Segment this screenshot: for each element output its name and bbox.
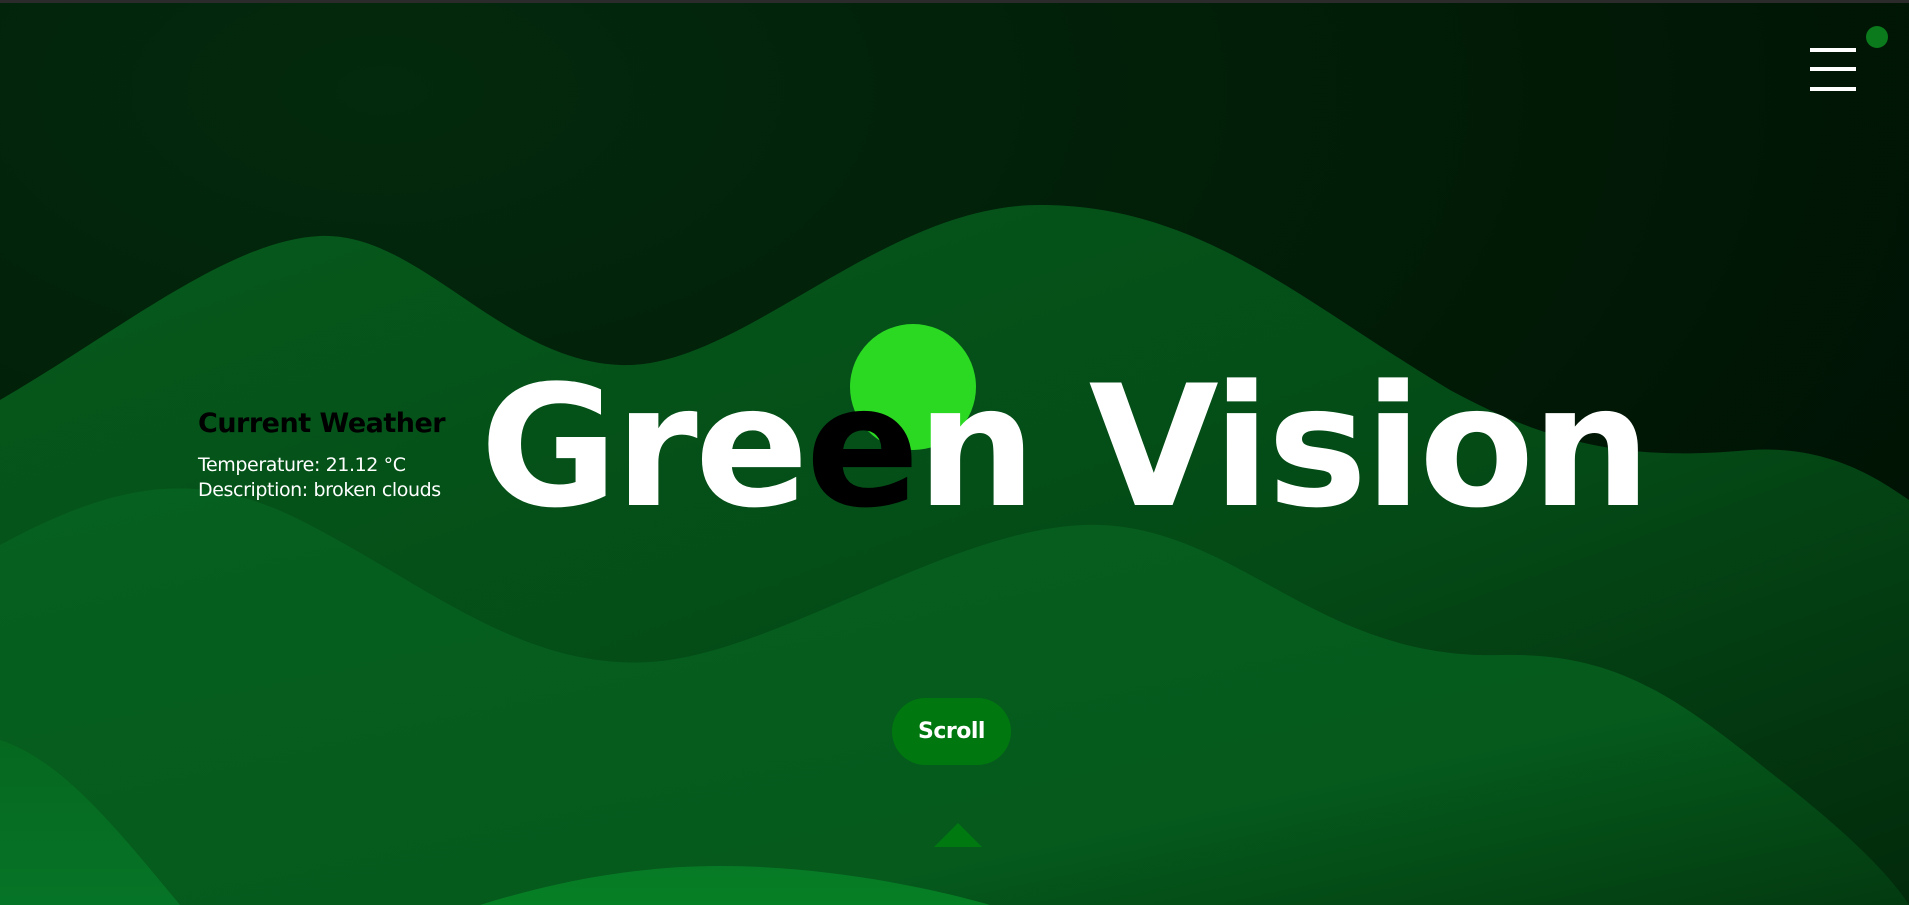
up-arrow-icon[interactable]: [934, 823, 982, 847]
notification-dot-icon: [1866, 26, 1888, 48]
menu-bar-bottom: [1810, 87, 1856, 91]
hero-title-part1: Gre: [480, 349, 809, 545]
weather-title: Current Weather: [198, 408, 446, 439]
menu-bar-middle: [1810, 67, 1856, 71]
page: Current Weather Temperature: 21.12 °C De…: [0, 0, 1909, 905]
weather-description: Description: broken clouds: [198, 479, 441, 501]
menu-bar-top: [1810, 48, 1856, 52]
hero-title-highlight: e: [805, 349, 920, 545]
hero-title-part2: n Vision: [916, 349, 1651, 545]
weather-panel: Current Weather Temperature: 21.12 °C De…: [198, 408, 488, 503]
hamburger-menu-icon[interactable]: [1808, 46, 1858, 96]
hero-title: Green Vision: [480, 352, 1780, 542]
scroll-button[interactable]: Scroll: [892, 698, 1011, 765]
weather-temperature: Temperature: 21.12 °C: [198, 454, 406, 476]
